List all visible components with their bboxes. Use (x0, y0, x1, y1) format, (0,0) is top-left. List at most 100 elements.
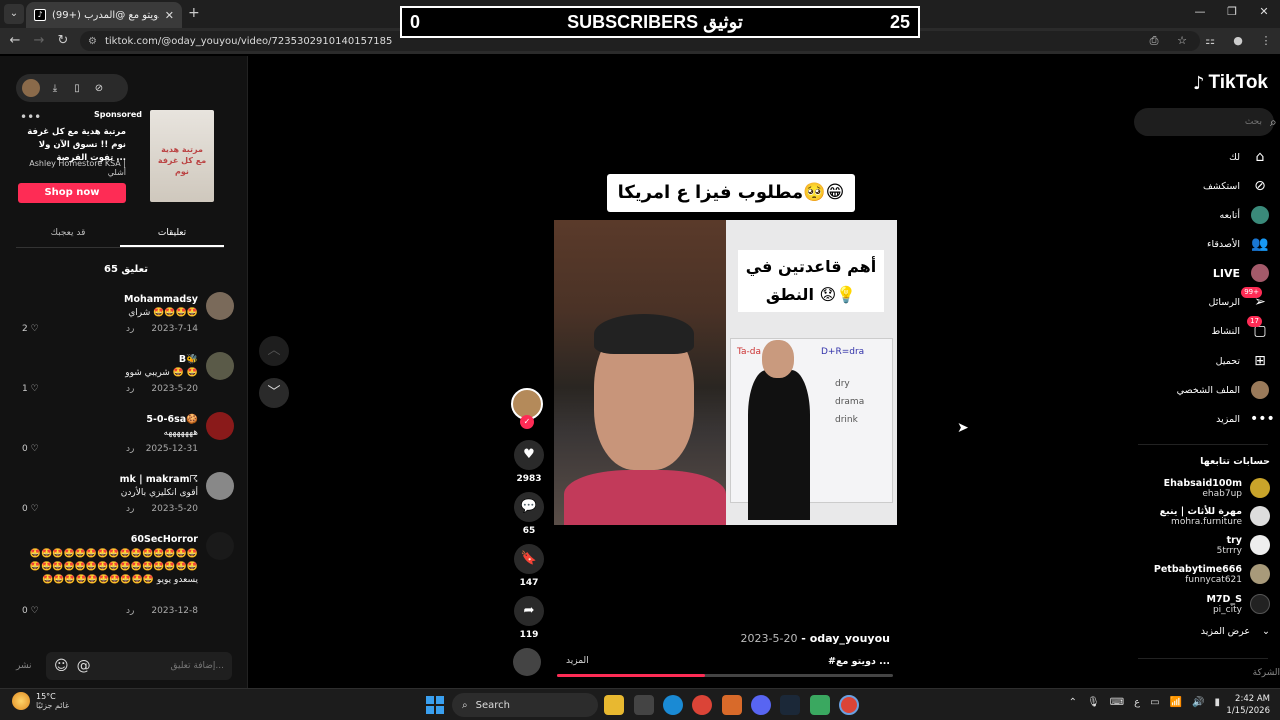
bookmark-icon[interactable]: 🔖 (514, 544, 544, 574)
heart-icon[interactable]: ♥ (514, 440, 544, 470)
compass-icon[interactable]: ⊘ (92, 83, 106, 94)
download-icon[interactable]: ⤓ (48, 83, 62, 94)
maximize-icon[interactable]: ❐ (1216, 0, 1248, 28)
save-button[interactable]: 🔖 147 (512, 544, 546, 588)
comment-like-button[interactable]: 0 ♡ (22, 444, 39, 454)
nav-messages[interactable]: الرسائل ➢ 99+ (1209, 287, 1270, 313)
app-icon[interactable] (722, 695, 742, 715)
game-icon[interactable] (810, 695, 830, 715)
extensions-icon[interactable]: ⚏ (1202, 32, 1218, 50)
heart-icon[interactable]: ♡ (31, 504, 39, 514)
comment-like-button[interactable]: 0 ♡ (22, 606, 39, 616)
nav-explore[interactable]: استكشف ⊘ (1203, 175, 1270, 197)
search-input[interactable] (1142, 117, 1270, 127)
video-author[interactable]: 2023-5-20 - oday_youyou (700, 632, 890, 645)
following-account[interactable]: M7D_S pi_city (1206, 590, 1270, 618)
avatar[interactable] (206, 472, 234, 500)
back-icon[interactable]: ← (6, 32, 24, 50)
comment-user[interactable]: mk | makram☈ (120, 474, 198, 485)
language-indicator[interactable]: ع (1134, 697, 1140, 708)
music-disc-icon[interactable] (513, 648, 541, 676)
site-info-icon[interactable]: ⚙ (88, 36, 97, 47)
reply-button[interactable]: رد (126, 606, 134, 616)
phone-icon[interactable]: ▯ (70, 83, 84, 94)
reply-button[interactable]: رد (126, 504, 134, 514)
search-icon[interactable]: ⌕ (1270, 115, 1277, 130)
nav-profile[interactable]: الملف الشخصي (1177, 379, 1270, 401)
following-account[interactable]: try 5trrry (1217, 531, 1270, 559)
clock[interactable]: 2:42 AM 1/15/2026 (1226, 693, 1270, 717)
forward-icon[interactable]: → (30, 32, 48, 50)
comment-user[interactable]: 5-0-6sa🍪 (146, 414, 198, 425)
ad-image[interactable]: مرتبة هدية مع كل غرفة نوم (150, 110, 214, 202)
nav-live[interactable]: LIVE (1213, 262, 1270, 284)
heart-icon[interactable]: ♡ (31, 384, 39, 394)
file-explorer-icon[interactable] (604, 695, 624, 715)
keyboard-icon[interactable]: ⌨ (1110, 697, 1124, 708)
nav-friends[interactable]: الأصدقاء 👥 (1207, 233, 1270, 255)
more-button[interactable]: المزيد (566, 656, 589, 666)
profile-avatar-icon[interactable]: ● (1230, 32, 1246, 50)
steam-icon[interactable] (780, 695, 800, 715)
nav-following[interactable]: أتابعه (1220, 204, 1271, 226)
nav-activity[interactable]: النشاط ▢ 17 (1211, 316, 1270, 342)
comment-icon[interactable]: 💬 (514, 492, 544, 522)
install-app-icon[interactable]: ⎙ (1146, 32, 1162, 50)
previous-video-button[interactable]: ︿ (259, 336, 289, 366)
comment-like-button[interactable]: 0 ♡ (22, 504, 39, 514)
reload-icon[interactable]: ↻ (54, 32, 72, 50)
start-button[interactable] (426, 696, 444, 714)
tab-you-may-like[interactable]: قد يعجبك (16, 222, 120, 247)
comment-like-button[interactable]: 1 ♡ (22, 384, 39, 394)
avatar[interactable] (22, 79, 40, 97)
following-account[interactable]: Ehabsaid100m ehab7up (1164, 474, 1270, 502)
following-account[interactable]: مهرة للأثاث | ينبع mohra.furniture (1160, 502, 1270, 530)
avatar[interactable] (206, 352, 234, 380)
comment-user[interactable]: B🐝 (179, 354, 198, 365)
close-icon[interactable]: ✕ (165, 9, 174, 22)
reply-button[interactable]: رد (126, 384, 134, 394)
microphone-icon[interactable]: 🎙 (1087, 697, 1100, 708)
video-username[interactable]: oday_youyou (810, 632, 890, 645)
minimize-icon[interactable]: — (1184, 0, 1216, 28)
tab-comments[interactable]: تعليقات (120, 222, 224, 247)
nav-more[interactable]: المزيد ••• (1216, 408, 1275, 430)
nav-for-you[interactable]: لك ⌂ (1229, 146, 1270, 168)
discord-icon[interactable] (751, 695, 771, 715)
taskbar-search[interactable]: ⌕ Search (452, 693, 598, 717)
emoji-icon[interactable]: ☺ (54, 658, 69, 674)
company-link[interactable]: الشركة (1253, 668, 1280, 678)
tray-chevron-icon[interactable]: ⌃ (1069, 697, 1077, 708)
window-close-icon[interactable]: ✕ (1248, 0, 1280, 28)
browser-menu-icon[interactable]: ⋮ (1258, 32, 1274, 50)
heart-icon[interactable]: ♡ (31, 606, 39, 616)
chrome-active-icon[interactable] (839, 695, 859, 715)
browser-tab[interactable]: ♪ (99+) دويتو مع @المدرب/... ✕ (26, 2, 182, 28)
comment-user[interactable]: Mohammadsy (124, 294, 198, 305)
volume-icon[interactable]: 🔊 (1192, 697, 1204, 708)
avatar[interactable] (206, 412, 234, 440)
edge-icon[interactable] (663, 695, 683, 715)
share-button[interactable]: ➦ 119 (512, 596, 546, 640)
store-icon[interactable] (634, 695, 654, 715)
heart-icon[interactable]: ♡ (31, 324, 39, 334)
next-video-button[interactable]: ﹀ (259, 378, 289, 408)
chrome-icon[interactable] (692, 695, 712, 715)
tab-search-button[interactable]: ⌄ (4, 4, 24, 24)
following-account[interactable]: Petbabytime666 funnycat621 (1154, 560, 1270, 588)
mention-icon[interactable]: @ (77, 658, 91, 674)
ad-menu-icon[interactable]: ••• (20, 110, 41, 124)
reply-button[interactable]: رد (126, 444, 134, 454)
bookmark-star-icon[interactable]: ☆ (1174, 32, 1190, 50)
display-icon[interactable]: ▭ (1150, 697, 1159, 708)
like-button[interactable]: ♥ 2983 (512, 440, 546, 484)
shop-now-button[interactable]: Shop now (18, 183, 126, 203)
video-player[interactable]: أهم قاعدتين في النطق 😟💡 Ta-da D+R=dra dr… (554, 220, 897, 525)
search-box[interactable]: ⌕ (1134, 108, 1277, 136)
weather-widget[interactable]: 15°C غائم جزئيًا (12, 692, 69, 710)
comment-input[interactable] (98, 661, 224, 671)
post-button[interactable]: نشر (16, 661, 46, 671)
battery-icon[interactable]: ▮ (1214, 697, 1220, 708)
wifi-icon[interactable]: 📶 (1170, 697, 1182, 708)
reply-button[interactable]: رد (126, 324, 134, 334)
